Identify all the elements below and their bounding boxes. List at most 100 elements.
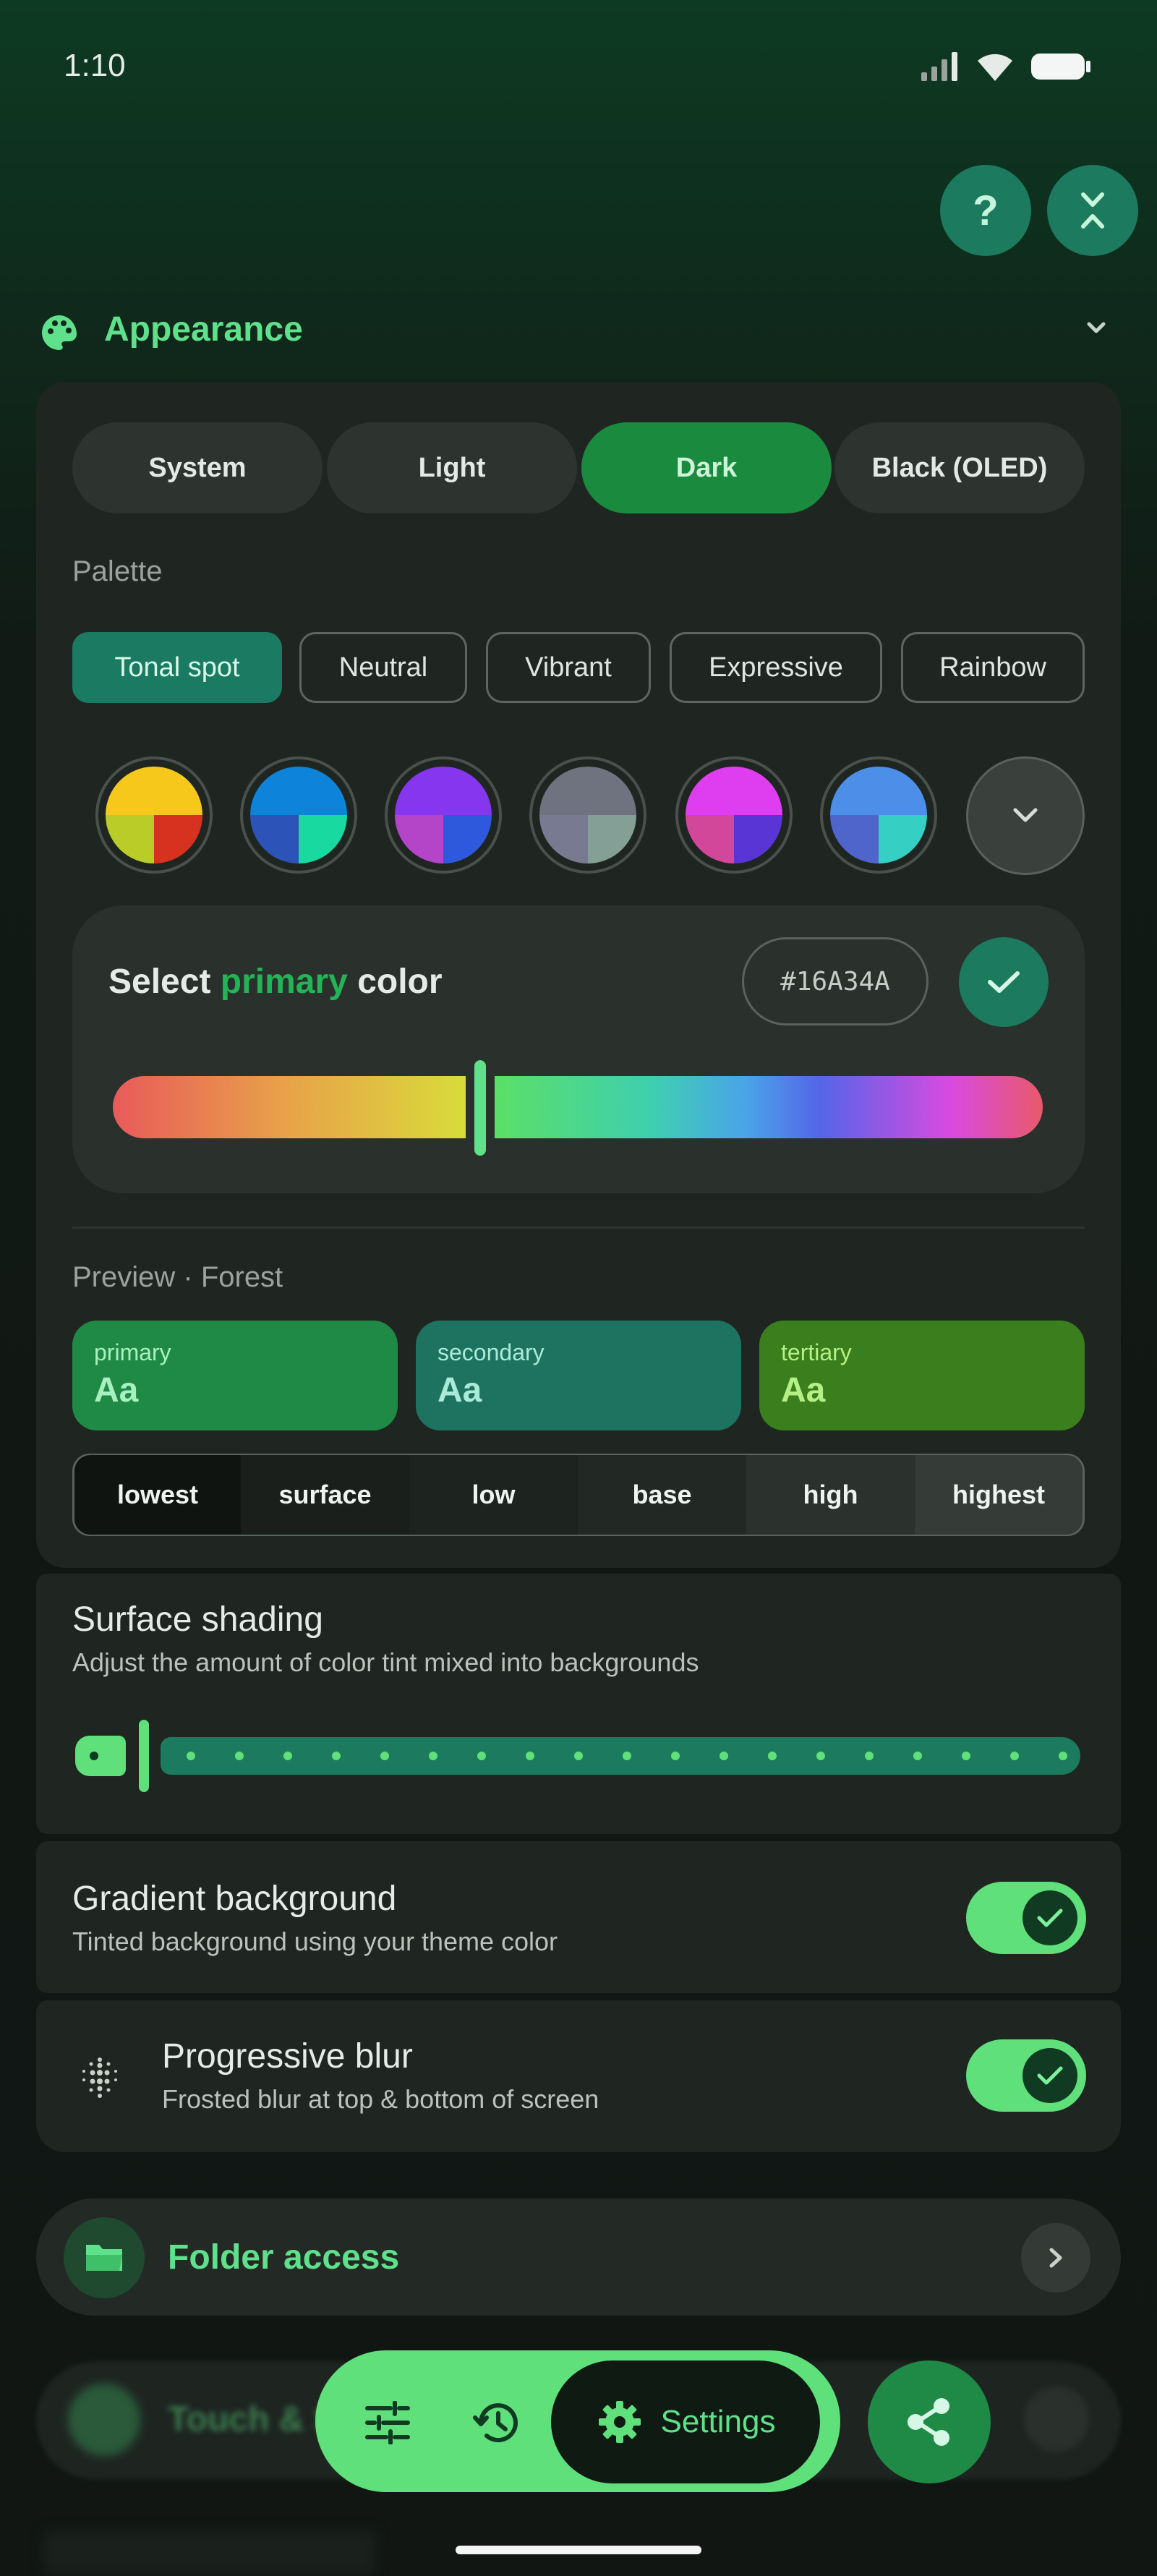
shading-slider-tick	[720, 1752, 728, 1760]
palette-icon	[42, 315, 77, 350]
palette-vibrant[interactable]: Vibrant	[486, 632, 651, 703]
preview-tertiary-sample: Aa	[781, 1371, 826, 1409]
collapse-icon	[1081, 192, 1104, 229]
gradient-background-subtitle: Tinted background using your theme color	[72, 1927, 558, 1956]
swatch-magenta[interactable]	[675, 756, 793, 874]
shading-slider-tick	[1010, 1752, 1019, 1760]
share-button[interactable]	[868, 2360, 991, 2483]
chevron-down-icon	[1013, 808, 1038, 822]
divider	[72, 1227, 1085, 1229]
shading-slider-tick	[526, 1752, 534, 1760]
home-indicator	[456, 2546, 701, 2554]
check-icon	[1037, 2066, 1063, 2085]
swatch-purple[interactable]	[385, 756, 502, 874]
hex-input[interactable]: #16A34A	[742, 937, 928, 1025]
swatch-yellow[interactable]	[95, 756, 213, 874]
swatch-sky[interactable]	[820, 756, 937, 874]
progressive-blur-toggle[interactable]	[966, 2039, 1086, 2112]
history-button[interactable]	[467, 2394, 525, 2452]
shading-slider-tick	[671, 1752, 680, 1760]
shading-slider-tick	[332, 1752, 341, 1760]
confirm-color-button[interactable]	[959, 937, 1049, 1027]
palette-neutral[interactable]: Neutral	[299, 632, 467, 703]
hue-slider-thumb[interactable]	[474, 1060, 486, 1156]
shading-slider-tick	[574, 1752, 583, 1760]
settings-tab[interactable]: Settings	[551, 2360, 820, 2483]
check-icon	[1037, 1908, 1063, 1927]
shading-slider-tick	[429, 1752, 437, 1760]
progressive-blur-subtitle: Frosted blur at top & bottom of screen	[162, 2084, 599, 2114]
shading-slider-active[interactable]	[75, 1736, 126, 1776]
preview-label: Preview · Forest	[72, 1261, 283, 1293]
surface-shading-subtitle: Adjust the amount of color tint mixed in…	[72, 1647, 699, 1677]
settings-tab-label: Settings	[660, 2404, 776, 2439]
collapse-all-button[interactable]	[1047, 165, 1138, 256]
palette-expressive[interactable]: Expressive	[670, 632, 882, 703]
help-button[interactable]: ?	[940, 165, 1031, 256]
progressive-blur-title: Progressive blur	[162, 2037, 413, 2076]
shading-slider-tick	[283, 1752, 292, 1760]
gear-icon	[598, 2401, 641, 2443]
surface-high: high	[746, 1455, 915, 1535]
blurred-row-below	[43, 2531, 376, 2575]
preview-primary-sample: Aa	[94, 1371, 139, 1409]
help-icon: ?	[973, 187, 999, 234]
appearance-title: Appearance	[104, 310, 303, 349]
toggle-knob	[1022, 1890, 1077, 1945]
shading-slider-tick	[816, 1752, 825, 1760]
shading-slider-tick	[187, 1752, 195, 1760]
select-color-title: Select primary color	[108, 962, 443, 1002]
status-time: 1:10	[64, 48, 126, 83]
palette-rainbow[interactable]: Rainbow	[901, 632, 1085, 703]
shading-slider-thumb[interactable]	[139, 1720, 149, 1792]
theme-mode-system[interactable]: System	[72, 422, 323, 513]
theme-mode-black-oled[interactable]: Black (OLED)	[834, 422, 1085, 513]
folder-access-chevron[interactable]	[1021, 2223, 1090, 2293]
shading-slider-tick	[477, 1752, 486, 1760]
preview-secondary: secondary Aa	[416, 1321, 741, 1430]
gradient-background-toggle[interactable]	[966, 1882, 1086, 1954]
swatch-gray[interactable]	[529, 756, 646, 874]
hue-slider[interactable]	[113, 1076, 1043, 1138]
palette-tonal-spot[interactable]: Tonal spot	[72, 632, 282, 703]
swatch-blue[interactable]	[240, 756, 357, 874]
surface-lowest: lowest	[74, 1455, 241, 1535]
tune-button[interactable]	[359, 2394, 417, 2452]
shading-slider-tick	[623, 1752, 631, 1760]
chevron-right-icon	[1049, 2248, 1062, 2268]
preview-tertiary-label: tertiary	[781, 1339, 852, 1365]
shading-slider-tick	[1059, 1752, 1067, 1760]
share-icon	[908, 2398, 949, 2446]
chevron-down-icon[interactable]	[1085, 320, 1108, 337]
progressive-blur-card	[36, 2000, 1121, 2152]
folder-access-icon-wrap	[64, 2217, 145, 2298]
surface-base: base	[578, 1455, 746, 1535]
touch-row-title: Touch & S	[168, 2400, 337, 2439]
preview-primary-label: primary	[94, 1339, 171, 1365]
status-icons	[920, 51, 1092, 82]
check-icon	[988, 971, 1020, 993]
more-swatches-button[interactable]	[966, 756, 1085, 875]
shading-slider-tick	[380, 1752, 389, 1760]
preview-secondary-label: secondary	[437, 1339, 545, 1365]
shading-slider-tick	[768, 1752, 777, 1760]
shading-slider-tick	[865, 1752, 874, 1760]
shading-slider-track[interactable]	[161, 1737, 1080, 1775]
battery-icon	[1031, 54, 1090, 80]
theme-mode-light[interactable]: Light	[327, 422, 577, 513]
touch-row-chevron	[1024, 2387, 1089, 2452]
shading-slider-tick	[235, 1752, 244, 1760]
surface-low: low	[409, 1455, 578, 1535]
surface-surface: surface	[241, 1455, 409, 1535]
wifi-icon	[978, 54, 1012, 81]
preview-secondary-sample: Aa	[437, 1371, 482, 1409]
surface-shading-title: Surface shading	[72, 1600, 323, 1639]
folder-icon	[86, 2245, 122, 2271]
history-icon	[473, 2403, 518, 2443]
palette-label: Palette	[72, 555, 163, 587]
shading-slider-tick	[962, 1752, 970, 1760]
surface-highest: highest	[915, 1455, 1083, 1535]
tune-icon	[365, 2401, 410, 2444]
folder-access-title: Folder access	[168, 2238, 400, 2277]
theme-mode-dark[interactable]: Dark	[581, 422, 832, 513]
